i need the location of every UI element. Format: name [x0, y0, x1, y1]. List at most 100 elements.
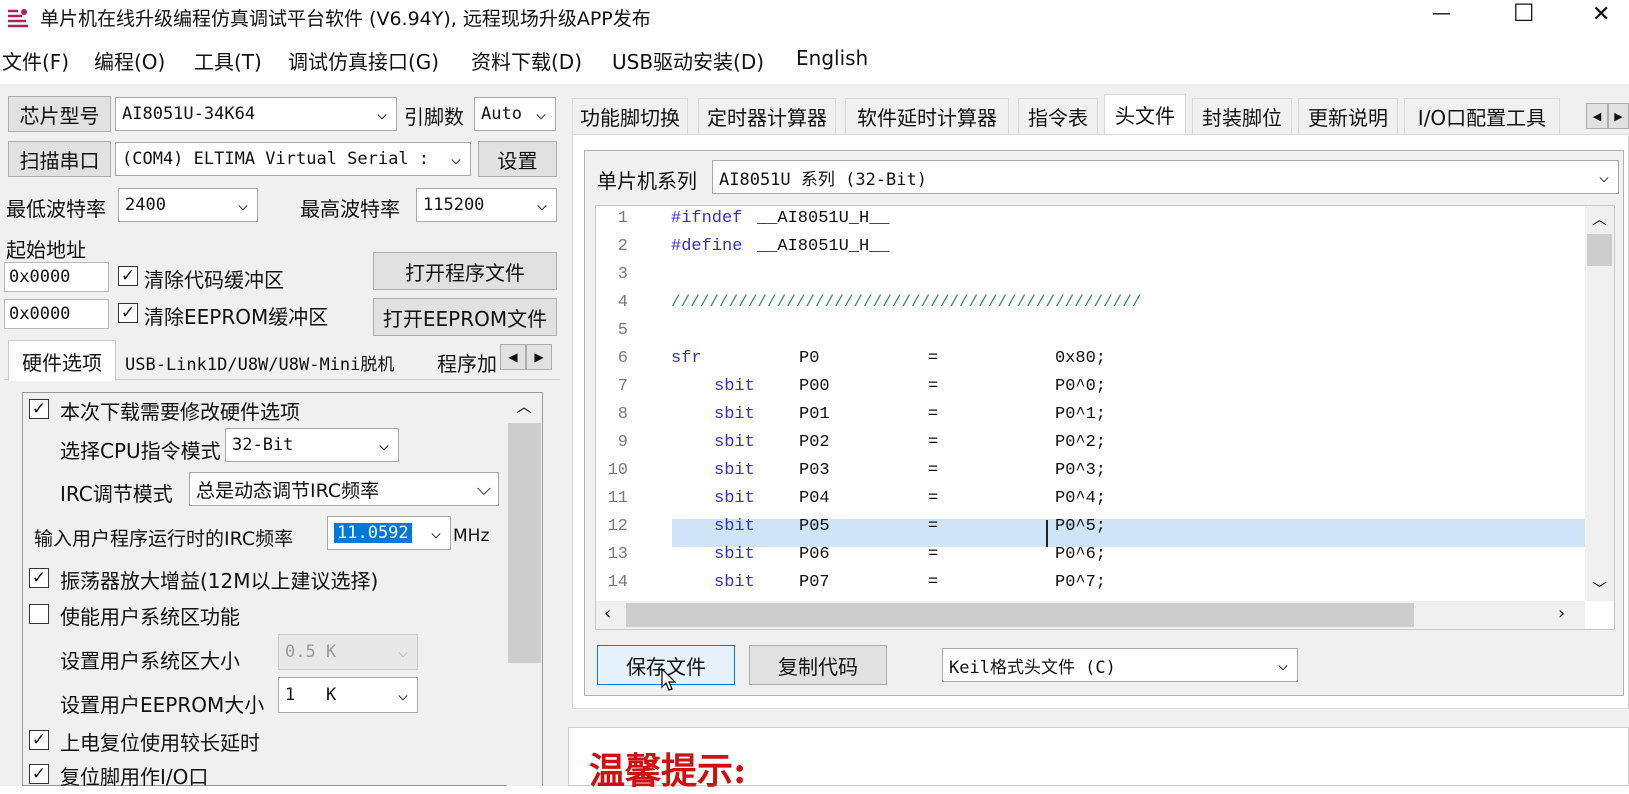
code-token: =: [928, 489, 939, 508]
chevron-down-icon: ⌵: [368, 98, 396, 130]
open-eeprom-button[interactable]: 打开EEPROM文件: [373, 298, 557, 336]
irc-mode-value: 总是动态调节IRC频率: [196, 479, 380, 502]
maximize-button[interactable]: ☐: [1513, 0, 1535, 27]
cpu-mode-value: 32-Bit: [232, 435, 294, 455]
modify-options-label: 本次下载需要修改硬件选项: [60, 400, 300, 424]
long-delay-checkbox[interactable]: ✓: [29, 730, 49, 750]
editor-horizontal-scrollbar[interactable]: ‹ ›: [596, 601, 1585, 629]
eeprom-address-input[interactable]: 0x0000: [4, 299, 109, 329]
code-token: =: [928, 433, 939, 452]
menu-file[interactable]: 文件(F): [2, 46, 69, 75]
menu-usb-driver[interactable]: USB驱动安装(D): [612, 46, 764, 75]
tab-scroll-right[interactable]: ▶: [526, 344, 552, 370]
irc-mode-select[interactable]: 总是动态调节IRC频率 ⌵: [189, 472, 499, 506]
scroll-thumb[interactable]: [1587, 234, 1612, 266]
chip-type-button[interactable]: 芯片型号: [8, 96, 111, 132]
tab-usb-link[interactable]: USB-Link1D/U8W/U8W-Mini脱机: [125, 350, 394, 375]
code-token: P0^7;: [1055, 573, 1107, 592]
window-title: 单片机在线升级编程仿真调试平台软件 (V6.94Y), 远程现场升级APP发布: [40, 8, 651, 30]
scan-port-button[interactable]: 扫描串口: [8, 141, 111, 177]
chip-type-select[interactable]: AI8051U-34K64 ⌵: [115, 97, 397, 131]
arrow-right-icon: ▶: [534, 350, 544, 364]
modify-options-checkbox[interactable]: ✓: [29, 399, 49, 419]
code-token: =: [928, 573, 939, 592]
right-tab-scroll-left[interactable]: ◀: [1586, 103, 1608, 129]
code-token: P0^0;: [1055, 377, 1107, 396]
menu-debug[interactable]: 调试仿真接口(G): [288, 46, 439, 75]
line-number: 12: [607, 517, 628, 536]
cpu-mode-label: 选择CPU指令模式: [60, 439, 221, 463]
min-baud-select[interactable]: 2400 ⌵: [118, 188, 258, 222]
right-tab-scroll-right[interactable]: ▶: [1608, 103, 1629, 129]
port-value: (COM4) ELTIMA Virtual Serial :: [122, 149, 430, 169]
options-scrollbar[interactable]: ︿: [507, 393, 542, 786]
format-select[interactable]: Keil格式头文件 (C) ⌵: [942, 648, 1298, 682]
title-bar: 单片机在线升级编程仿真调试平台软件 (V6.94Y), 远程现场升级APP发布 …: [0, 0, 1629, 36]
text-cursor: [1046, 520, 1048, 547]
reset-io-checkbox[interactable]: ✓: [29, 764, 49, 784]
arrow-left-icon: ◀: [1592, 109, 1602, 123]
tab-program-add[interactable]: 程序加: [437, 348, 497, 377]
tab-header-file[interactable]: 头文件: [1104, 94, 1186, 134]
code-token: P00: [799, 377, 830, 396]
line-number: 6: [617, 349, 628, 368]
chevron-down-icon: ⌵: [389, 635, 417, 669]
min-baud-label: 最低波特率: [6, 197, 106, 221]
max-baud-select[interactable]: 115200 ⌵: [416, 188, 557, 222]
tab-hardware-options[interactable]: 硬件选项: [8, 340, 116, 381]
code-token: P03: [799, 461, 830, 480]
menu-download[interactable]: 资料下载(D): [471, 46, 582, 75]
series-value: AI8051U 系列 (32-Bit): [719, 169, 927, 190]
clear-code-checkbox[interactable]: ✓: [118, 266, 138, 286]
code-token: sbit: [714, 489, 755, 508]
series-select[interactable]: AI8051U 系列 (32-Bit) ⌵: [712, 160, 1619, 194]
code-token: P0^5;: [1055, 517, 1107, 536]
line-number: 8: [617, 405, 628, 424]
open-program-button[interactable]: 打开程序文件: [373, 252, 557, 290]
clear-eeprom-label: 清除EEPROM缓冲区: [144, 305, 329, 329]
tab-timer-calc[interactable]: 定时器计算器: [698, 98, 836, 134]
port-select[interactable]: (COM4) ELTIMA Virtual Serial : ⌵: [115, 142, 471, 176]
code-token: P01: [799, 405, 830, 424]
scroll-thumb[interactable]: [508, 423, 541, 663]
irc-frequency-select[interactable]: 11.0592 ⌵: [327, 516, 451, 550]
tab-delay-calc[interactable]: 软件延时计算器: [845, 98, 1009, 134]
menu-tools[interactable]: 工具(T): [194, 46, 262, 75]
osc-gain-checkbox[interactable]: ✓: [29, 568, 49, 588]
eeprom-size-value: 1 K: [285, 685, 337, 705]
irc-frequency-value: 11.0592: [334, 523, 412, 543]
line-number: 11: [607, 489, 628, 508]
editor-vertical-scrollbar[interactable]: ︿ ﹀: [1585, 206, 1614, 601]
tab-pin-switch[interactable]: 功能脚切换: [572, 98, 688, 134]
user-system-checkbox[interactable]: [29, 604, 49, 624]
minimize-button[interactable]: —: [1432, 2, 1451, 24]
menu-program[interactable]: 编程(O): [94, 46, 165, 75]
chevron-down-icon: ⌵: [442, 143, 470, 175]
copy-code-button[interactable]: 复制代码: [749, 645, 887, 685]
scroll-thumb[interactable]: [626, 603, 1414, 627]
tab-package-pins[interactable]: 封装脚位: [1192, 98, 1292, 134]
app-icon: [6, 7, 30, 29]
close-button[interactable]: ✕: [1592, 2, 1610, 27]
tab-release-notes[interactable]: 更新说明: [1298, 98, 1398, 134]
code-address-input[interactable]: 0x0000: [4, 262, 109, 292]
arrow-left-icon: ◀: [508, 350, 518, 364]
pin-count-select[interactable]: Auto ⌵: [474, 97, 556, 131]
tip-title: 温馨提示:: [589, 750, 747, 792]
chevron-down-icon: ⌵: [527, 98, 555, 130]
max-baud-label: 最高波特率: [300, 197, 400, 221]
line-number: 3: [617, 265, 628, 284]
settings-button[interactable]: 设置: [478, 141, 557, 177]
tab-io-config[interactable]: I/O口配置工具: [1404, 98, 1560, 134]
chevron-up-icon: ︿: [1592, 210, 1608, 228]
menu-english[interactable]: English: [796, 46, 868, 70]
system-size-select: 0.5 K ⌵: [278, 634, 418, 670]
clear-eeprom-checkbox[interactable]: ✓: [118, 303, 138, 323]
long-delay-label: 上电复位使用较长延时: [60, 731, 260, 755]
tab-instruction-table[interactable]: 指令表: [1018, 98, 1098, 134]
eeprom-size-select[interactable]: 1 K ⌵: [278, 677, 418, 713]
tab-scroll-left[interactable]: ◀: [500, 344, 526, 370]
cpu-mode-select[interactable]: 32-Bit ⌵: [225, 428, 399, 462]
osc-gain-label: 振荡器放大增益(12M以上建议选择): [60, 569, 379, 593]
code-token: P04: [799, 489, 830, 508]
